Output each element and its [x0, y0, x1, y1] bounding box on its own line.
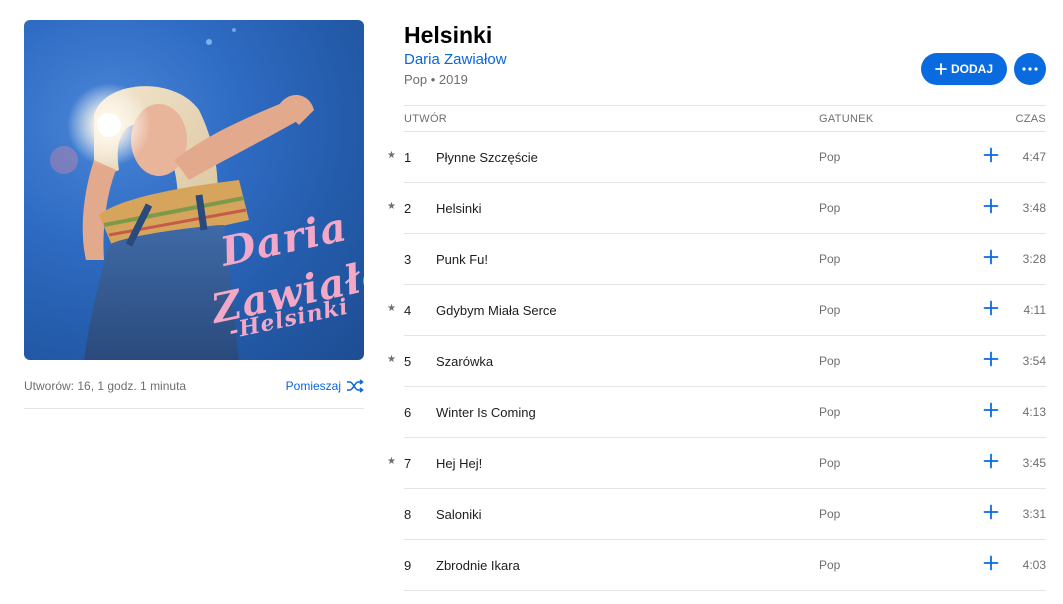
track-genre: Pop [819, 405, 841, 419]
track-title[interactable]: Punk Fu! [436, 252, 488, 267]
ellipsis-icon [1022, 67, 1038, 71]
track-duration: 3:45 [1022, 456, 1046, 470]
table-row[interactable]: 6 Winter Is Coming Pop 4:13 [404, 387, 1046, 438]
table-row[interactable]: ★ 1 Płynne Szczęście Pop 4:47 [387, 132, 1046, 183]
track-title[interactable]: Helsinki [436, 201, 482, 216]
column-header-time[interactable]: CZAS [1015, 113, 1046, 125]
track-genre: Pop [819, 456, 841, 470]
table-row[interactable]: 8 Saloniki Pop 3:31 [404, 489, 1046, 540]
track-title[interactable]: Płynne Szczęście [436, 150, 538, 165]
table-row[interactable]: ★ 5 Szarówka Pop 3:54 [387, 336, 1046, 387]
track-number: 2 [404, 201, 412, 216]
track-duration: 3:31 [1022, 507, 1046, 521]
track-title[interactable]: Winter Is Coming [436, 405, 536, 420]
track-list: UTWÓR GATUNEK CZAS ★ 1 Płynne Szczęście Pop… [387, 105, 1046, 591]
track-duration: 4:13 [1022, 405, 1046, 419]
album-title: Helsinki [404, 22, 493, 48]
shuffle-label: Pomieszaj [285, 379, 341, 393]
popular-star-icon: ★ [387, 201, 396, 212]
table-row[interactable]: ★ 2 Helsinki Pop 3:48 [387, 183, 1046, 234]
track-number: 3 [404, 252, 412, 267]
popular-star-icon: ★ [387, 303, 396, 314]
table-row[interactable]: ★ 7 Hej Hej! Pop 3:45 [387, 438, 1046, 489]
track-title[interactable]: Szarówka [436, 354, 493, 369]
album-details: Helsinki Daria Zawiałow Pop • 2019 DODAJ… [387, 20, 1046, 591]
track-duration: 4:11 [1023, 303, 1046, 317]
column-header-genre[interactable]: GATUNEK [819, 113, 873, 125]
track-number: 5 [404, 354, 412, 369]
add-track-plus-icon[interactable] [983, 147, 999, 163]
track-genre: Pop [819, 303, 841, 317]
track-duration: 3:54 [1022, 354, 1046, 368]
add-track-plus-icon[interactable] [983, 198, 999, 214]
add-label: DODAJ [950, 62, 993, 76]
table-row[interactable]: 9 Zbrodnie Ikara Pop 4:03 [404, 540, 1046, 591]
track-genre: Pop [819, 252, 841, 266]
add-track-plus-icon[interactable] [983, 402, 999, 418]
shuffle-button[interactable]: Pomieszaj [286, 379, 364, 393]
track-genre: Pop [819, 201, 841, 215]
track-title[interactable]: Hej Hej! [436, 456, 482, 471]
track-rows: ★ 1 Płynne Szczęście Pop 4:47 ★ 2 Helsinki Pop 3:… [387, 132, 1046, 591]
more-options-button[interactable] [1014, 53, 1046, 85]
track-genre: Pop [819, 150, 841, 164]
track-title[interactable]: Gdybym Miała Serce [436, 303, 557, 318]
album-artwork[interactable]: Daria Zawiałow -Helsinki [24, 20, 364, 360]
table-row[interactable]: ★ 4 Gdybym Miała Serce Pop 4:11 [387, 285, 1046, 336]
divider [24, 408, 364, 409]
column-header-track[interactable]: UTWÓR [404, 113, 447, 125]
popular-star-icon: ★ [387, 354, 396, 365]
track-list-header: UTWÓR GATUNEK CZAS [404, 105, 1046, 132]
album-page: Daria Zawiałow -Helsinki Utworów: 16, 1 … [0, 0, 1063, 604]
track-title[interactable]: Saloniki [436, 507, 482, 522]
popular-star-icon: ★ [387, 150, 396, 161]
track-duration: 3:48 [1022, 201, 1046, 215]
add-track-plus-icon[interactable] [983, 300, 999, 316]
add-track-plus-icon[interactable] [983, 504, 999, 520]
track-number: 4 [404, 303, 412, 318]
track-duration: 4:03 [1022, 558, 1046, 572]
add-album-button[interactable]: DODAJ [921, 53, 1007, 85]
track-title[interactable]: Zbrodnie Ikara [436, 558, 520, 573]
add-track-plus-icon[interactable] [983, 249, 999, 265]
track-number: 6 [404, 405, 412, 420]
track-duration: 3:28 [1022, 252, 1046, 266]
track-count: Utworów: 16, 1 godz. 1 minuta [24, 379, 187, 393]
album-meta-row: Utworów: 16, 1 godz. 1 minuta Pomieszaj [24, 378, 364, 394]
track-genre: Pop [819, 354, 841, 368]
track-genre: Pop [819, 558, 841, 572]
add-track-plus-icon[interactable] [983, 453, 999, 469]
track-number: 7 [404, 456, 412, 471]
table-row[interactable]: 3 Punk Fu! Pop 3:28 [404, 234, 1046, 285]
plus-icon [935, 63, 947, 75]
track-duration: 4:47 [1022, 150, 1046, 164]
shuffle-icon [347, 379, 364, 393]
add-track-plus-icon[interactable] [983, 351, 999, 367]
popular-star-icon: ★ [387, 456, 396, 467]
add-track-plus-icon[interactable] [983, 555, 999, 571]
track-number: 9 [404, 558, 412, 573]
track-genre: Pop [819, 507, 841, 521]
album-sidebar: Daria Zawiałow -Helsinki Utworów: 16, 1 … [24, 20, 364, 409]
track-number: 1 [404, 150, 412, 165]
track-number: 8 [404, 507, 412, 522]
